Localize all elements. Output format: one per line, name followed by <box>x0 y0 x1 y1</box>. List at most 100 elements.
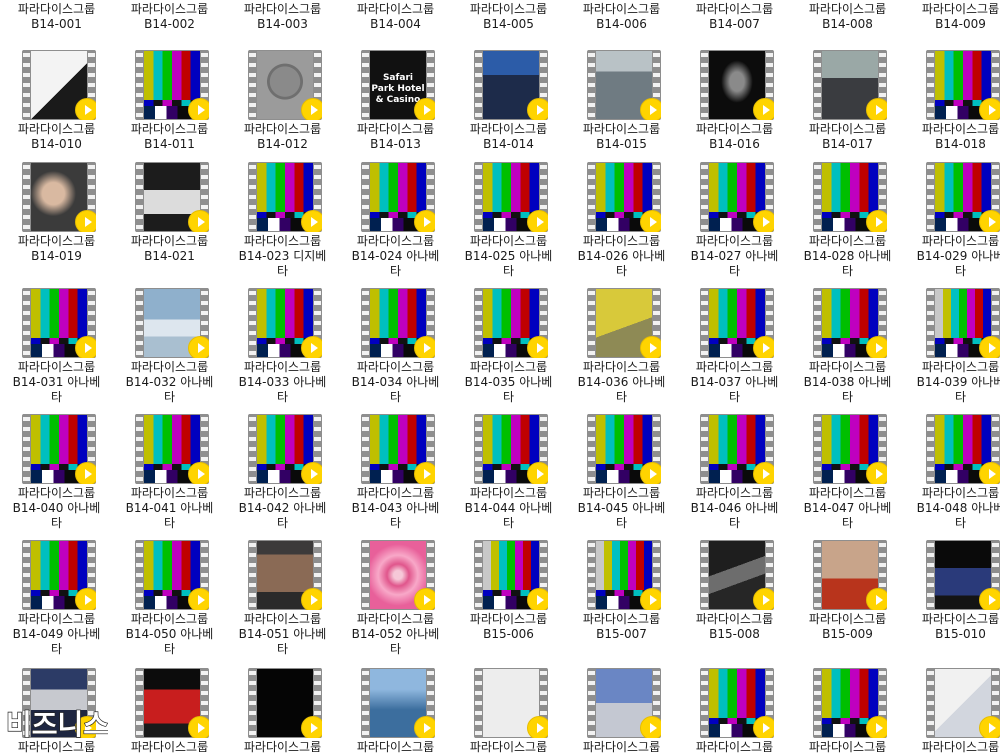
video-thumbnail[interactable] <box>22 414 96 484</box>
play-icon[interactable] <box>866 462 887 484</box>
play-icon[interactable] <box>640 98 661 120</box>
play-icon[interactable] <box>527 716 548 738</box>
file-name-label[interactable]: 파라다이스그룹 B14-040 아나베 타 <box>0 486 113 531</box>
video-thumbnail[interactable] <box>248 540 322 610</box>
play-icon[interactable] <box>75 588 96 610</box>
video-thumbnail[interactable] <box>700 50 774 120</box>
play-icon[interactable] <box>75 336 96 358</box>
video-thumbnail[interactable] <box>135 540 209 610</box>
file-name-label[interactable]: 파라다이스그룹 B14-014 <box>452 122 565 152</box>
file-name-label[interactable]: 파라다이스그룹 B14-036 아나베 타 <box>565 360 678 405</box>
file-name-label[interactable]: 파라다이스그룹 B14-034 아나베 타 <box>339 360 452 405</box>
play-icon[interactable] <box>640 336 661 358</box>
play-icon[interactable] <box>414 210 435 232</box>
file-name-label[interactable]: 파라다이스그룹 <box>678 740 791 755</box>
video-thumbnail[interactable] <box>700 540 774 610</box>
video-thumbnail[interactable] <box>813 668 887 738</box>
play-icon[interactable] <box>753 210 774 232</box>
play-icon[interactable] <box>527 336 548 358</box>
file-name-label[interactable]: 파라다이스그룹 B14-011 <box>113 122 226 152</box>
video-thumbnail[interactable] <box>474 50 548 120</box>
video-thumbnail[interactable] <box>22 540 96 610</box>
play-icon[interactable] <box>301 210 322 232</box>
file-name-label[interactable]: 파라다이스그룹 B14-015 <box>565 122 678 152</box>
file-name-label[interactable]: 파라다이스그룹 B14-016 <box>678 122 791 152</box>
video-thumbnail[interactable] <box>474 162 548 232</box>
file-name-label[interactable]: 파라다이스그룹 B14-048 아나베 타 <box>904 486 1000 531</box>
play-icon[interactable] <box>188 588 209 610</box>
file-name-label[interactable]: 파라다이스그룹 B14-042 아나베 타 <box>226 486 339 531</box>
video-thumbnail[interactable] <box>22 162 96 232</box>
video-thumbnail[interactable] <box>926 414 1000 484</box>
file-name-label[interactable]: 파라다이스그룹 <box>452 740 565 755</box>
play-icon[interactable] <box>414 98 435 120</box>
file-name-label[interactable]: 파라다이스그룹 B14-010 <box>0 122 113 152</box>
video-thumbnail[interactable] <box>135 162 209 232</box>
play-icon[interactable] <box>753 336 774 358</box>
file-name-label[interactable]: 파라다이스그룹 B14-023 디지베 타 <box>226 234 339 279</box>
play-icon[interactable] <box>640 210 661 232</box>
file-name-label[interactable]: 파라다이스그룹 B14-044 아나베 타 <box>452 486 565 531</box>
video-thumbnail[interactable] <box>813 414 887 484</box>
play-icon[interactable] <box>414 336 435 358</box>
file-name-label[interactable]: 파라다이스그룹 B14-052 아나베 타 <box>339 612 452 657</box>
play-icon[interactable] <box>640 588 661 610</box>
play-icon[interactable] <box>301 716 322 738</box>
file-name-label[interactable]: 파라다이스그룹 B14-003 <box>226 2 339 32</box>
file-name-label[interactable]: 파라다이스그룹 B14-008 <box>791 2 904 32</box>
file-name-label[interactable]: 파라다이스그룹 B14-047 아나베 타 <box>791 486 904 531</box>
file-name-label[interactable]: 파라다이스그룹 <box>113 740 226 755</box>
play-icon[interactable] <box>979 588 1000 610</box>
file-name-label[interactable]: 파라다이스그룹 B14-009 <box>904 2 1000 32</box>
file-name-label[interactable]: 파라다이스그룹 B14-006 <box>565 2 678 32</box>
video-thumbnail[interactable] <box>700 162 774 232</box>
play-icon[interactable] <box>979 210 1000 232</box>
play-icon[interactable] <box>640 716 661 738</box>
file-name-label[interactable]: 파라다이스그룹 B14-050 아나베 타 <box>113 612 226 657</box>
play-icon[interactable] <box>188 336 209 358</box>
play-icon[interactable] <box>640 462 661 484</box>
play-icon[interactable] <box>301 98 322 120</box>
file-name-label[interactable]: 파라다이스그룹 B14-001 <box>0 2 113 32</box>
file-name-label[interactable]: 파라다이스그룹 <box>226 740 339 755</box>
play-icon[interactable] <box>979 716 1000 738</box>
video-thumbnail[interactable] <box>248 50 322 120</box>
file-name-label[interactable]: 파라다이스그룹 B14-041 아나베 타 <box>113 486 226 531</box>
file-name-label[interactable]: 파라다이스그룹 B14-026 아나베 타 <box>565 234 678 279</box>
file-name-label[interactable]: 파라다이스그룹 B14-045 아나베 타 <box>565 486 678 531</box>
file-name-label[interactable]: 파라다이스그룹 B15-007 <box>565 612 678 642</box>
play-icon[interactable] <box>414 588 435 610</box>
video-thumbnail[interactable] <box>135 668 209 738</box>
video-thumbnail[interactable] <box>361 288 435 358</box>
video-thumbnail[interactable] <box>474 668 548 738</box>
video-thumbnail[interactable] <box>474 540 548 610</box>
file-name-label[interactable]: 파라다이스그룹 B14-019 <box>0 234 113 264</box>
video-thumbnail[interactable] <box>248 288 322 358</box>
file-name-label[interactable]: 파라다이스그룹 B15-010 <box>904 612 1000 642</box>
video-thumbnail[interactable] <box>135 50 209 120</box>
play-icon[interactable] <box>188 716 209 738</box>
play-icon[interactable] <box>866 588 887 610</box>
file-name-label[interactable]: 파라다이스그룹 B14-038 아나베 타 <box>791 360 904 405</box>
video-thumbnail[interactable] <box>813 50 887 120</box>
video-thumbnail[interactable] <box>813 540 887 610</box>
play-icon[interactable] <box>75 98 96 120</box>
file-name-label[interactable]: 파라다이스그룹 B14-037 아나베 타 <box>678 360 791 405</box>
file-name-label[interactable]: 파라다이스그룹 B14-035 아나베 타 <box>452 360 565 405</box>
play-icon[interactable] <box>188 462 209 484</box>
file-name-label[interactable]: 파라다이스그룹 B14-005 <box>452 2 565 32</box>
play-icon[interactable] <box>753 98 774 120</box>
play-icon[interactable] <box>866 98 887 120</box>
play-icon[interactable] <box>866 210 887 232</box>
play-icon[interactable] <box>753 588 774 610</box>
play-icon[interactable] <box>301 588 322 610</box>
play-icon[interactable] <box>75 462 96 484</box>
play-icon[interactable] <box>979 336 1000 358</box>
file-name-label[interactable]: 파라다이스그룹 B14-018 <box>904 122 1000 152</box>
play-icon[interactable] <box>188 210 209 232</box>
file-name-label[interactable]: 파라다이스그룹 B14-031 아나베 타 <box>0 360 113 405</box>
video-thumbnail[interactable] <box>135 414 209 484</box>
video-thumbnail[interactable] <box>22 50 96 120</box>
video-thumbnail[interactable] <box>926 288 1000 358</box>
file-name-label[interactable]: 파라다이스그룹 <box>791 740 904 755</box>
